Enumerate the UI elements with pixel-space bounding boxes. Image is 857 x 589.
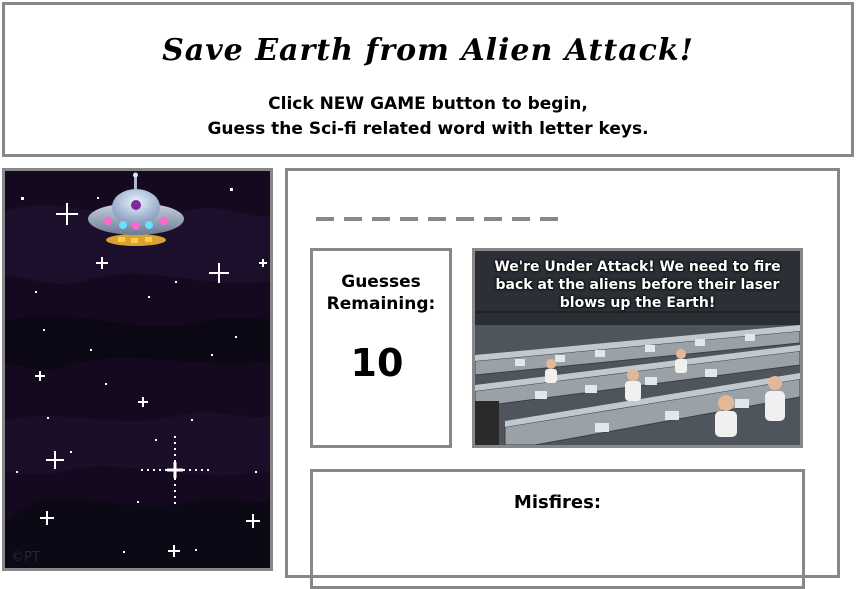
letter-blank: [372, 217, 390, 221]
letter-blank: [456, 217, 474, 221]
letter-blank: [400, 217, 418, 221]
space-panel: ©PT: [2, 168, 273, 571]
word-blanks: [316, 209, 558, 229]
nebula-cloud: [5, 498, 270, 568]
letter-blank: [512, 217, 530, 221]
attack-message: We're Under Attack! We need to fire back…: [494, 259, 781, 311]
guesses-remaining: 10: [350, 341, 404, 385]
watermark: ©PT: [11, 550, 40, 565]
misfires-box: Misfires:: [310, 469, 805, 589]
game-panel: Guesses Remaining: 10 We're Under Attack…: [285, 168, 840, 589]
nebula-cloud: [5, 412, 270, 476]
letter-blank: [316, 217, 334, 221]
letter-blank: [484, 217, 502, 221]
letter-blank: [428, 217, 446, 221]
header-panel: Save Earth from Alien Attack! Click NEW …: [2, 2, 854, 157]
space-scene: ©PT: [5, 172, 270, 568]
game-title: Save Earth from Alien Attack!: [162, 33, 694, 68]
misfires-label: Misfires:: [513, 492, 602, 513]
letter-blank: [344, 217, 362, 221]
letter-blank: [540, 217, 558, 221]
guesses-label: Guesses Remaining:: [326, 272, 436, 314]
instruction-line-2: Guess the Sci-fi related word with lette…: [207, 119, 649, 139]
nebula-cloud: [5, 315, 270, 370]
instruction-line-1: Click NEW GAME button to begin,: [268, 94, 588, 114]
guesses-box: Guesses Remaining: 10: [310, 248, 452, 448]
scene-image: We're Under Attack! We need to fire back…: [472, 248, 803, 448]
instructions: Click NEW GAME button to begin, Guess th…: [5, 92, 851, 142]
